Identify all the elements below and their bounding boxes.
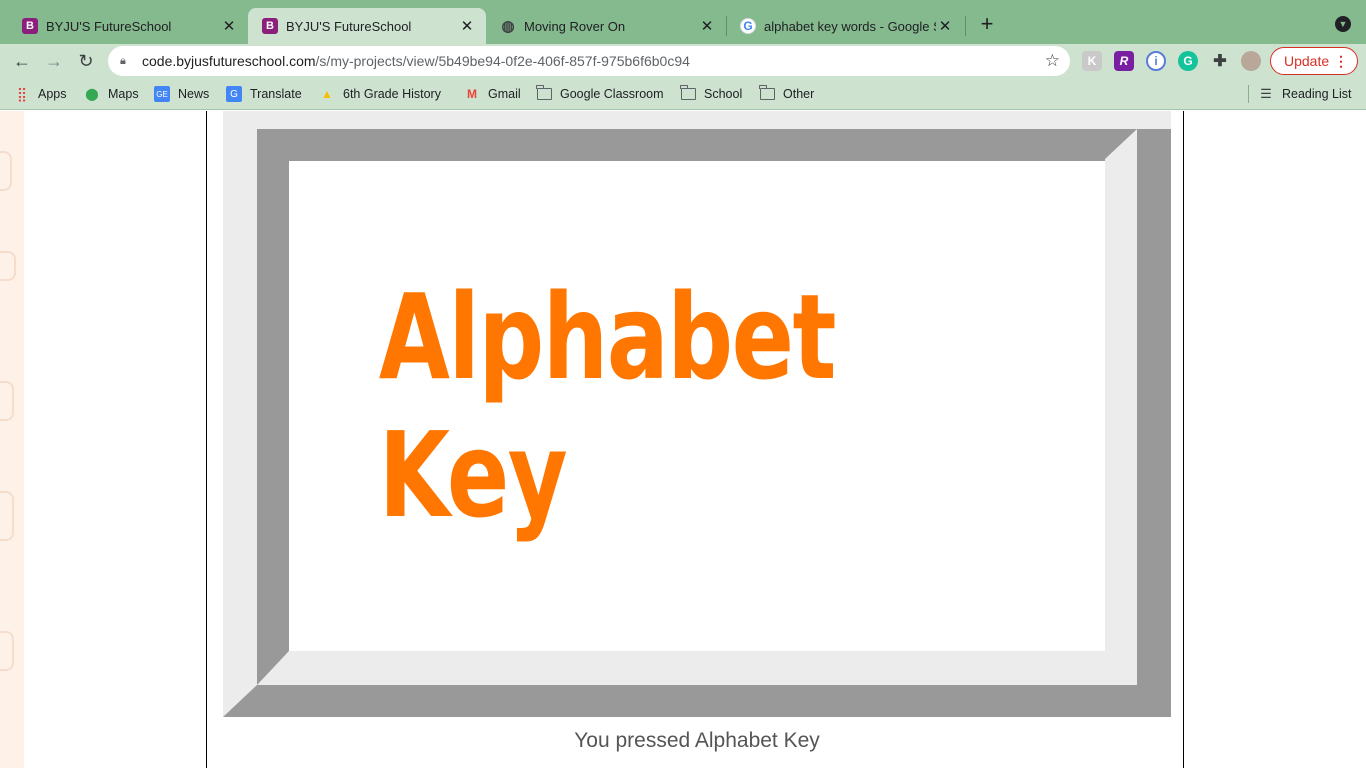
- decorative-shape: [0, 251, 16, 281]
- bookmark-6th-grade-history[interactable]: ▲ 6th Grade History: [319, 85, 441, 103]
- new-tab-plus-icon[interactable]: +: [976, 13, 998, 35]
- reload-icon[interactable]: ↻: [74, 49, 98, 73]
- update-button[interactable]: Update ⋮: [1270, 47, 1358, 75]
- tab-search-chevron-icon[interactable]: ▼: [1335, 16, 1351, 32]
- back-arrow-icon[interactable]: ←: [10, 49, 34, 73]
- extension-r-icon[interactable]: R: [1114, 51, 1134, 71]
- globe-icon: ◍: [501, 18, 515, 35]
- decorative-side-strip: [0, 111, 24, 768]
- alphabet-key-button[interactable]: Alphabet Key: [223, 111, 1171, 717]
- tab-title: BYJU'S FutureSchool: [286, 18, 412, 34]
- bookmark-school[interactable]: School: [680, 85, 742, 103]
- tab-separator: [965, 16, 966, 36]
- profile-avatar[interactable]: [1241, 51, 1261, 71]
- extension-circle-icon[interactable]: i: [1146, 51, 1166, 71]
- google-icon: G: [740, 18, 756, 34]
- update-label: Update: [1284, 53, 1330, 69]
- page-content: Alphabet Key You pressed Alphabet Key: [0, 111, 1366, 768]
- drive-icon: ▲: [321, 87, 333, 101]
- gmail-icon: M: [467, 87, 477, 101]
- bookmark-star-icon[interactable]: ☆: [1045, 51, 1060, 71]
- bookmark-maps[interactable]: ⬤ Maps: [84, 85, 139, 103]
- bookmark-label: Maps: [108, 87, 139, 101]
- byjus-icon: B: [22, 18, 38, 34]
- maps-pin-icon: ⬤: [85, 87, 99, 101]
- address-bar[interactable]: 🔒︎ code.byjusfutureschool.com/s/my-proje…: [108, 46, 1070, 76]
- folder-icon: [680, 85, 696, 102]
- button-face: Alphabet Key: [289, 161, 1105, 651]
- tab-title: alphabet key words - Google S: [764, 18, 936, 34]
- close-icon[interactable]: ✕: [698, 17, 716, 35]
- tab-google-search[interactable]: G alphabet key words - Google S ✕: [726, 8, 964, 44]
- tab-moving-rover[interactable]: ◍ Moving Rover On ✕: [486, 8, 726, 44]
- decorative-shape: [0, 381, 14, 421]
- bookmark-google-classroom[interactable]: Google Classroom: [536, 85, 664, 103]
- bookmark-label: News: [178, 87, 210, 101]
- bookmark-label: 6th Grade History: [343, 87, 441, 101]
- canvas-border-right: [1183, 111, 1184, 768]
- bookmark-label: Google Classroom: [560, 87, 664, 101]
- folder-icon: [759, 85, 775, 102]
- canvas-border-left: [206, 111, 207, 768]
- url-host: code.byjusfutureschool.com: [142, 53, 316, 69]
- alphabet-key-label: Alphabet Key: [378, 268, 837, 544]
- url-path: /s/my-projects/view/5b49be94-0f2e-406f-8…: [315, 53, 690, 69]
- reading-list-button[interactable]: ☰ Reading List: [1258, 85, 1352, 103]
- bookmark-other[interactable]: Other: [759, 85, 814, 103]
- close-icon[interactable]: ✕: [458, 17, 476, 35]
- extensions-puzzle-icon[interactable]: ✚: [1210, 51, 1230, 71]
- bookmarks-bar: ⣿ Apps ⬤ Maps GE News G Translate ▲ 6th …: [0, 78, 1366, 110]
- bookmark-translate[interactable]: G Translate: [226, 85, 302, 103]
- pressed-caption: You pressed Alphabet Key: [574, 729, 820, 752]
- decorative-shape: [0, 631, 14, 671]
- translate-icon: G: [226, 86, 242, 102]
- bookmark-apps[interactable]: ⣿ Apps: [14, 85, 67, 103]
- reading-list-icon: ☰: [1260, 86, 1272, 101]
- bookmark-news[interactable]: GE News: [154, 85, 209, 103]
- menu-dots-icon: ⋮: [1334, 53, 1348, 69]
- tab-byjus-1[interactable]: B BYJU'S FutureSchool ✕: [8, 8, 248, 44]
- bookmarks-divider: [1248, 85, 1249, 103]
- decorative-shape: [0, 491, 14, 541]
- apps-grid-icon: ⣿: [16, 85, 28, 102]
- folder-icon: [536, 85, 552, 102]
- tab-title: Moving Rover On: [524, 18, 626, 34]
- reading-list-label: Reading List: [1282, 87, 1352, 101]
- news-icon: GE: [154, 86, 170, 102]
- bookmark-label: Other: [783, 87, 815, 101]
- close-icon[interactable]: ✕: [220, 17, 238, 35]
- decorative-shape: [0, 151, 12, 191]
- byjus-icon: B: [262, 18, 278, 34]
- tab-byjus-2[interactable]: B BYJU'S FutureSchool ✕: [248, 8, 486, 44]
- tab-title: BYJU'S FutureSchool: [46, 18, 172, 34]
- tab-strip: B BYJU'S FutureSchool ✕ B BYJU'S FutureS…: [0, 0, 1366, 44]
- close-icon[interactable]: ✕: [936, 17, 954, 35]
- left-blank-panel: [24, 111, 206, 768]
- bookmark-label: Translate: [250, 87, 302, 101]
- browser-toolbar: ← → ↻ 🔒︎ code.byjusfutureschool.com/s/my…: [0, 44, 1366, 78]
- bookmark-label: Gmail: [488, 87, 521, 101]
- lock-icon: 🔒︎: [120, 54, 126, 67]
- forward-arrow-icon[interactable]: →: [42, 49, 66, 73]
- bookmark-label: School: [704, 87, 743, 101]
- bookmark-label: Apps: [38, 87, 67, 101]
- bookmark-gmail[interactable]: M Gmail: [464, 85, 521, 103]
- grammarly-icon[interactable]: G: [1178, 51, 1198, 71]
- extension-k-icon[interactable]: K: [1082, 51, 1102, 71]
